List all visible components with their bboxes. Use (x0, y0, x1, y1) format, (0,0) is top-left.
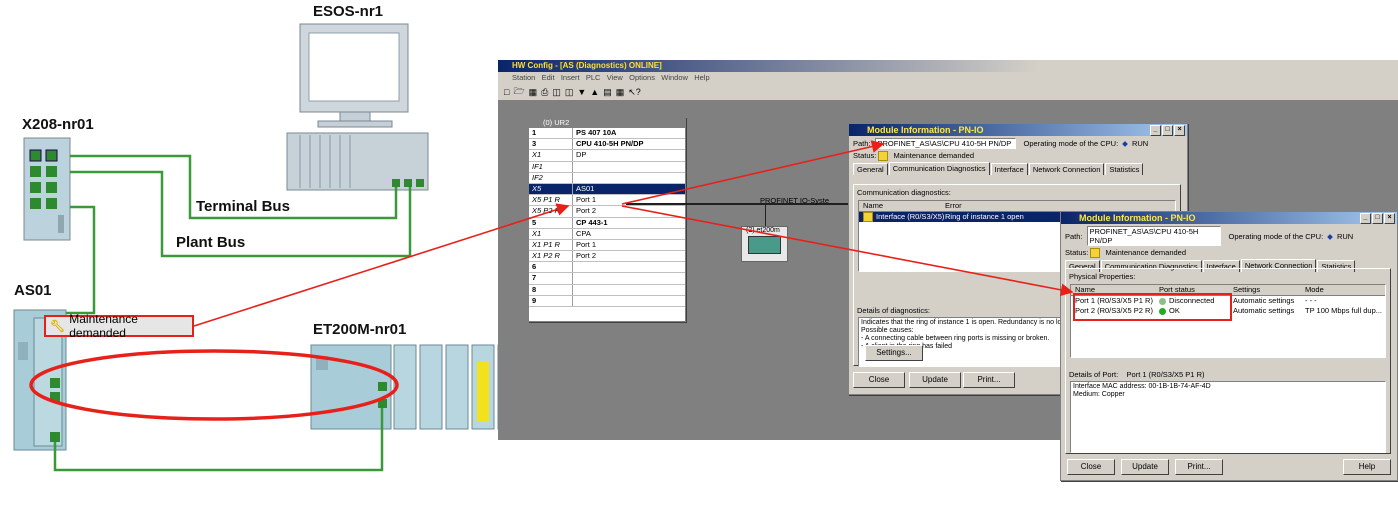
arrows-overlay (193, 140, 1074, 327)
arrow-to-modinfo1 (621, 140, 885, 205)
arrow-to-modinfo2 (621, 205, 1074, 297)
arrow-to-rack (193, 203, 570, 327)
